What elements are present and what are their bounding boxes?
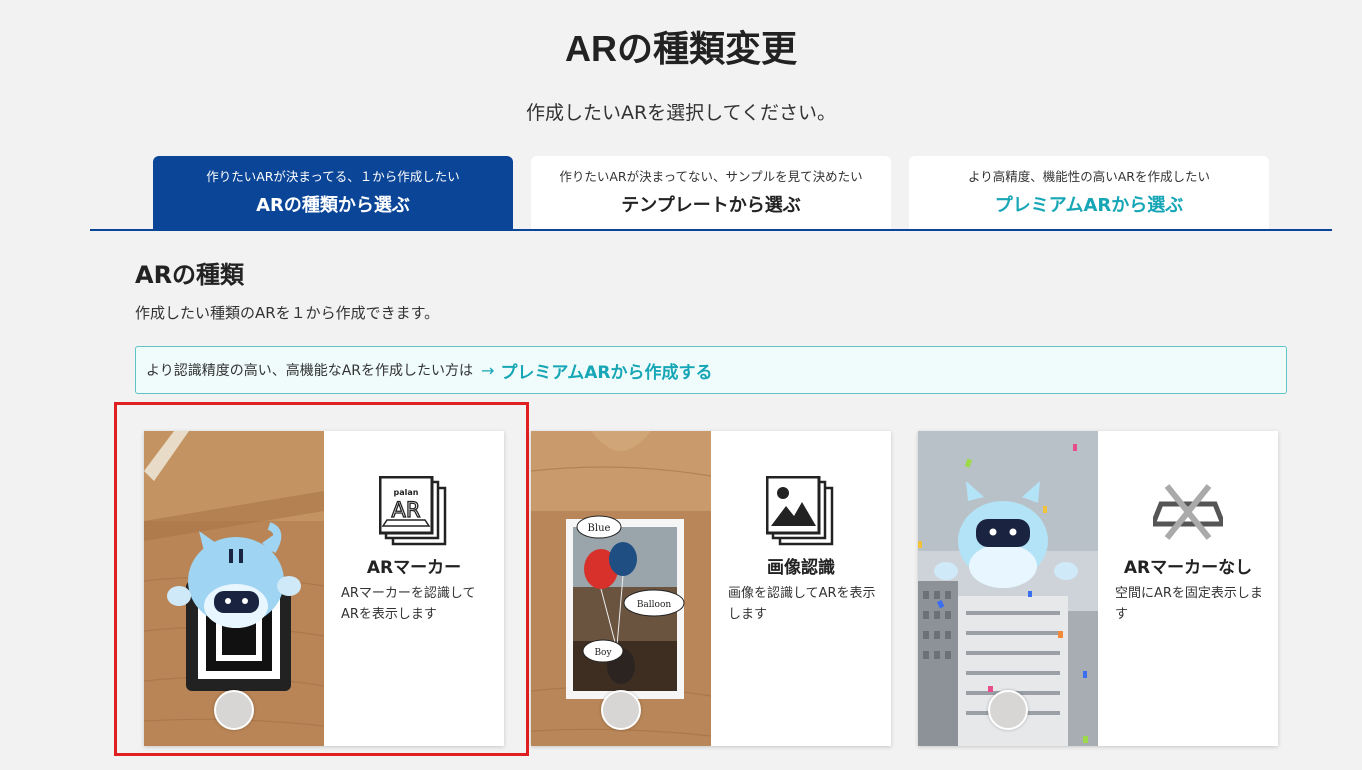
photo-label-blue: Blue bbox=[588, 523, 611, 534]
source-tabs: 作りたいARが決まってる、１から作成したい ARの種類から選ぶ 作りたいARが決… bbox=[153, 156, 1269, 229]
palan-logo-text: palan bbox=[394, 488, 419, 497]
card-ar-marker[interactable]: palan AR ARマーカー ARマーカーを認識してARを表示します bbox=[144, 431, 504, 746]
tab-premium[interactable]: より高精度、機能性の高いARを作成したい プレミアムARから選ぶ bbox=[909, 156, 1269, 229]
palan-ar-marker-icon: palan AR bbox=[379, 476, 447, 546]
photo-label-balloon: Balloon bbox=[637, 600, 672, 610]
premium-create-link[interactable]: プレミアムARから作成する bbox=[500, 358, 712, 383]
ar-marker-photo bbox=[144, 431, 324, 746]
tabs-divider bbox=[90, 229, 1332, 231]
section-title: ARの種類 bbox=[135, 261, 245, 289]
image-recognition-icon bbox=[766, 476, 834, 546]
image-recognition-photo: Blue Balloon Boy bbox=[531, 431, 711, 746]
ar-logo-text: AR bbox=[392, 498, 421, 522]
card-ar-marker-title: ARマーカー bbox=[366, 558, 462, 578]
card-ar-marker-desc: ARマーカーを認識してARを表示します bbox=[341, 586, 476, 622]
tab-premium-sub: より高精度、機能性の高いARを作成したい bbox=[968, 169, 1210, 184]
section-description: 作成したい種類のARを１から作成できます。 bbox=[135, 304, 440, 322]
tab-ar-type-label: ARの種類から選ぶ bbox=[256, 195, 410, 216]
no-marker-photo bbox=[918, 431, 1098, 746]
tab-ar-type[interactable]: 作りたいARが決まってる、１から作成したい ARの種類から選ぶ bbox=[153, 156, 513, 229]
no-marker-icon bbox=[1153, 484, 1223, 540]
card-image-recognition-desc: 画像を認識してARを表示します bbox=[728, 586, 876, 622]
shutter-button bbox=[214, 690, 254, 730]
card-image-recognition[interactable]: Blue Balloon Boy 画像認識 画像を認識してARを表示します bbox=[531, 431, 891, 746]
shutter-button bbox=[601, 690, 641, 730]
card-no-marker-desc: 空間にARを固定表示します bbox=[1115, 586, 1263, 622]
tab-template-sub: 作りたいARが決まってない、サンプルを見て決めたい bbox=[559, 169, 863, 184]
card-image-recognition-title: 画像認識 bbox=[767, 558, 835, 578]
notice-text: より認識精度の高い、高機能なARを作成したい方は bbox=[146, 363, 474, 379]
shutter-button bbox=[988, 690, 1028, 730]
card-no-marker[interactable]: ARマーカーなし 空間にARを固定表示します bbox=[918, 431, 1278, 746]
premium-notice: より認識精度の高い、高機能なARを作成したい方は → プレミアムARから作成する bbox=[135, 346, 1287, 394]
tab-template[interactable]: 作りたいARが決まってない、サンプルを見て決めたい テンプレートから選ぶ bbox=[531, 156, 891, 229]
tab-premium-label: プレミアムARから選ぶ bbox=[994, 195, 1184, 216]
photo-label-boy: Boy bbox=[594, 648, 612, 658]
tab-ar-type-sub: 作りたいARが決まってる、１から作成したい bbox=[206, 169, 460, 184]
arrow-right-icon: → bbox=[481, 360, 495, 380]
page-title: ARの種類変更 bbox=[565, 28, 797, 69]
tab-template-label: テンプレートから選ぶ bbox=[621, 195, 801, 216]
card-no-marker-title: ARマーカーなし bbox=[1123, 558, 1253, 578]
page-subtitle: 作成したいARを選択してください。 bbox=[525, 102, 837, 124]
